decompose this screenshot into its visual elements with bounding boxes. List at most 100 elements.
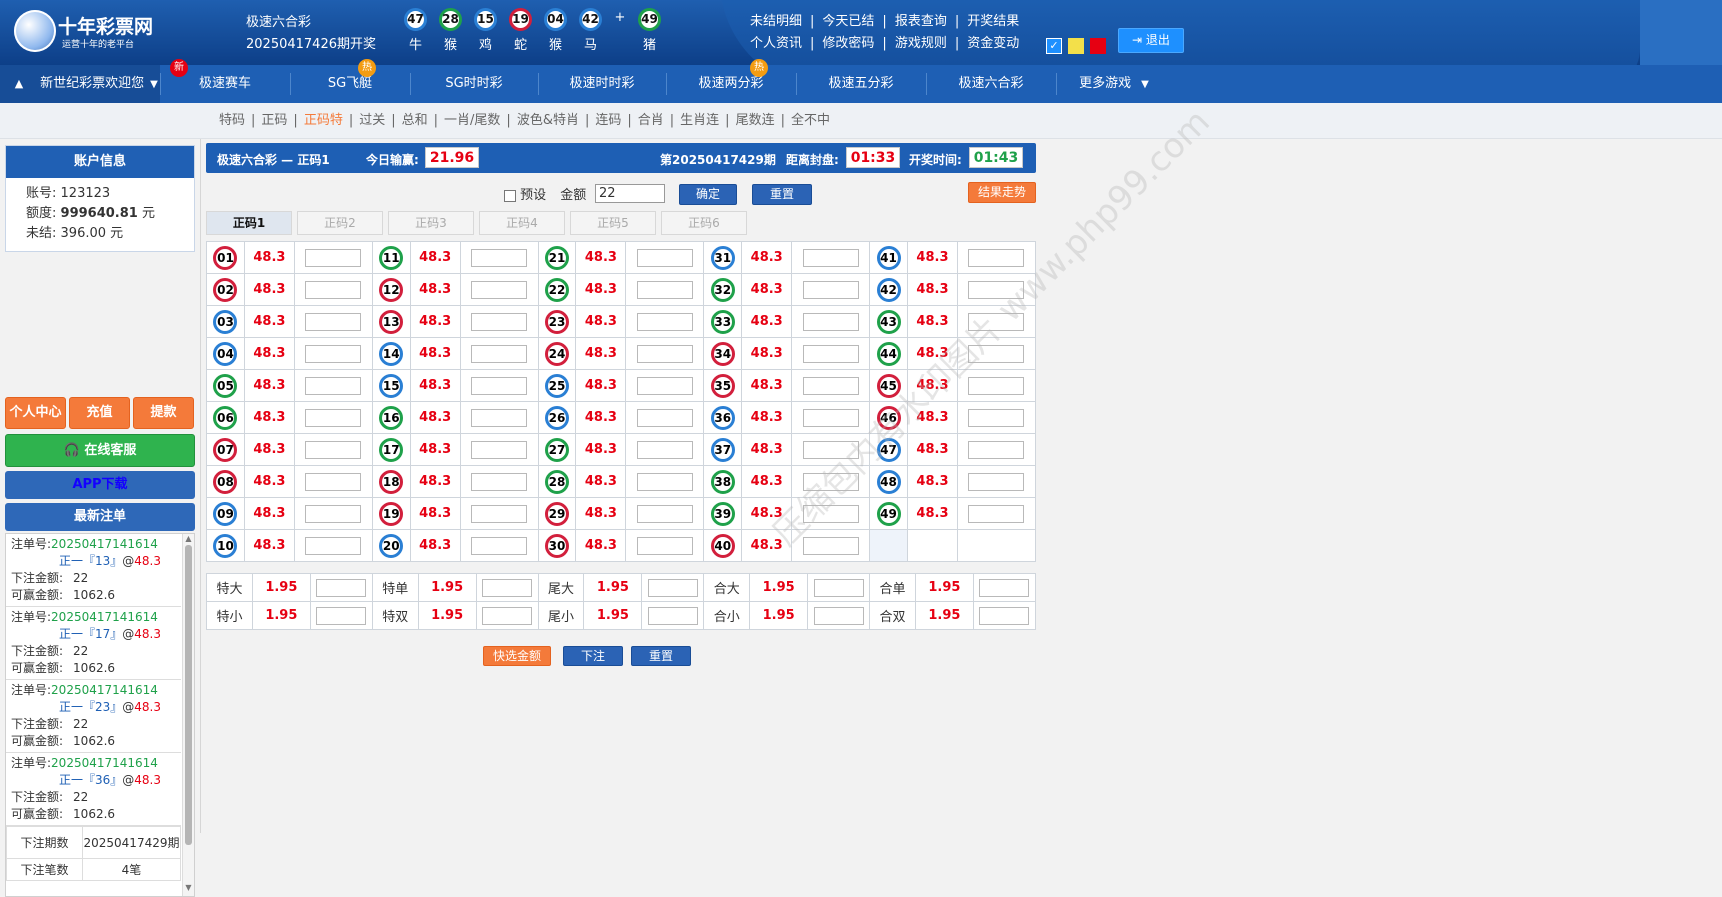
number-cell[interactable]: 04 bbox=[206, 337, 245, 370]
tab-zhengma-6[interactable]: 正码6 bbox=[661, 211, 747, 235]
top-link[interactable]: 开奖结果 bbox=[967, 14, 1019, 29]
bet-amount-input[interactable] bbox=[802, 440, 859, 459]
number-cell[interactable]: 38 bbox=[703, 465, 743, 498]
bet-amount-input[interactable] bbox=[305, 536, 362, 555]
side-bet-input[interactable] bbox=[979, 578, 1030, 597]
top-link[interactable]: 游戏规则 bbox=[895, 36, 947, 51]
bet-amount-input[interactable] bbox=[471, 536, 528, 555]
tab-zhengma-2[interactable]: 正码2 bbox=[297, 211, 383, 235]
number-cell[interactable]: 18 bbox=[371, 465, 411, 498]
number-cell[interactable]: 03 bbox=[206, 305, 245, 338]
nav-item[interactable]: 极速时时彩 bbox=[538, 65, 666, 103]
side-bet-label[interactable]: 合单 bbox=[869, 573, 916, 602]
theme-yellow-swatch[interactable] bbox=[1068, 38, 1084, 54]
bet-amount-input[interactable] bbox=[636, 408, 693, 427]
bet-amount-input[interactable] bbox=[471, 312, 528, 331]
side-bet-label[interactable]: 合小 bbox=[703, 601, 751, 630]
number-cell[interactable]: 43 bbox=[869, 305, 908, 338]
number-cell[interactable]: 35 bbox=[703, 369, 743, 402]
bet-amount-input[interactable] bbox=[636, 504, 693, 523]
number-cell[interactable]: 22 bbox=[537, 273, 577, 306]
number-cell[interactable]: 09 bbox=[206, 497, 245, 530]
number-cell[interactable]: 29 bbox=[537, 497, 577, 530]
reset-top-button[interactable]: 重置 bbox=[752, 184, 812, 205]
bet-amount-input[interactable] bbox=[968, 248, 1025, 267]
top-link[interactable]: 未结明细 bbox=[750, 14, 802, 29]
withdraw-button[interactable]: 提款 bbox=[133, 397, 194, 429]
number-cell[interactable]: 25 bbox=[537, 369, 577, 402]
side-bet-input[interactable] bbox=[482, 606, 533, 625]
side-bet-label[interactable]: 合大 bbox=[703, 573, 751, 602]
tab-zhengma-4[interactable]: 正码4 bbox=[479, 211, 565, 235]
subnav-item[interactable]: 合肖 bbox=[638, 113, 664, 128]
bet-amount-input[interactable] bbox=[636, 312, 693, 331]
side-bet-label[interactable]: 特小 bbox=[206, 601, 253, 630]
number-cell[interactable]: 20 bbox=[371, 529, 411, 562]
quick-amount-button[interactable]: 快选金额 bbox=[483, 646, 551, 666]
side-bet-input[interactable] bbox=[979, 606, 1030, 625]
site-logo[interactable]: 十年彩票网 运营十年的老平台 bbox=[14, 8, 164, 54]
bet-amount-input[interactable] bbox=[305, 504, 362, 523]
collapse-up-icon[interactable]: ▲ bbox=[0, 65, 38, 103]
number-cell[interactable]: 16 bbox=[371, 401, 411, 434]
tab-zhengma-3[interactable]: 正码3 bbox=[388, 211, 474, 235]
logout-button[interactable]: ⇥ 退出 bbox=[1118, 28, 1184, 53]
nav-item[interactable]: 极速五分彩 bbox=[796, 65, 926, 103]
preset-checkbox[interactable] bbox=[504, 189, 516, 202]
bet-amount-input[interactable] bbox=[802, 280, 859, 299]
tab-zhengma-5[interactable]: 正码5 bbox=[570, 211, 656, 235]
bet-amount-input[interactable] bbox=[802, 472, 859, 491]
theme-red-swatch[interactable] bbox=[1090, 38, 1106, 54]
subnav-item[interactable]: 正码特 bbox=[304, 113, 343, 128]
bet-amount-input[interactable] bbox=[968, 472, 1025, 491]
side-bet-input[interactable] bbox=[316, 578, 367, 597]
bet-amount-input[interactable] bbox=[968, 376, 1025, 395]
side-bet-label[interactable]: 尾小 bbox=[537, 601, 585, 630]
number-cell[interactable]: 48 bbox=[869, 465, 908, 498]
number-cell[interactable]: 47 bbox=[869, 433, 908, 466]
side-bet-input[interactable] bbox=[813, 578, 864, 597]
number-cell[interactable]: 32 bbox=[703, 273, 743, 306]
nav-item[interactable]: SG飞艇热 bbox=[290, 59, 410, 103]
bet-amount-input[interactable] bbox=[968, 344, 1025, 363]
number-cell[interactable]: 37 bbox=[703, 433, 743, 466]
bet-amount-input[interactable] bbox=[305, 312, 362, 331]
top-link[interactable]: 资金变动 bbox=[967, 36, 1019, 51]
number-cell[interactable]: 13 bbox=[371, 305, 411, 338]
bet-amount-input[interactable] bbox=[636, 536, 693, 555]
side-bet-label[interactable]: 特双 bbox=[371, 601, 419, 630]
nav-item[interactable]: 新世纪彩票欢迎您新 ▼ bbox=[38, 59, 188, 103]
bet-amount-input[interactable] bbox=[968, 312, 1025, 331]
bet-amount-input[interactable] bbox=[471, 440, 528, 459]
subnav-item[interactable]: 一肖/尾数 bbox=[444, 113, 500, 128]
number-cell[interactable]: 45 bbox=[869, 369, 908, 402]
bet-amount-input[interactable] bbox=[305, 280, 362, 299]
number-cell[interactable]: 44 bbox=[869, 337, 908, 370]
confirm-button[interactable]: 确定 bbox=[679, 184, 737, 205]
number-cell[interactable]: 33 bbox=[703, 305, 743, 338]
side-bet-label[interactable]: 特大 bbox=[206, 573, 253, 602]
personal-center-button[interactable]: 个人中心 bbox=[5, 397, 66, 429]
bet-amount-input[interactable] bbox=[968, 440, 1025, 459]
number-cell[interactable]: 24 bbox=[537, 337, 577, 370]
number-cell[interactable]: 26 bbox=[537, 401, 577, 434]
number-cell[interactable]: 10 bbox=[206, 529, 245, 562]
bet-amount-input[interactable] bbox=[471, 376, 528, 395]
recent-bets-list[interactable]: 注单号:20250417141614 正一『13』@48.3 下注金额: 22 可赢金额… bbox=[5, 533, 195, 897]
number-cell[interactable]: 41 bbox=[869, 241, 908, 274]
number-cell[interactable]: 39 bbox=[703, 497, 743, 530]
number-cell[interactable]: 27 bbox=[537, 433, 577, 466]
subnav-item[interactable]: 全不中 bbox=[791, 113, 830, 128]
recent-bets-scrollbar[interactable]: ▲ ▼ bbox=[182, 534, 194, 896]
number-cell[interactable]: 49 bbox=[869, 497, 908, 530]
nav-item[interactable]: 更多游戏 ▼ bbox=[1056, 65, 1172, 103]
bet-amount-input[interactable] bbox=[471, 248, 528, 267]
number-cell[interactable]: 05 bbox=[206, 369, 245, 402]
bet-amount-input[interactable] bbox=[636, 472, 693, 491]
number-cell[interactable]: 07 bbox=[206, 433, 245, 466]
number-cell[interactable]: 15 bbox=[371, 369, 411, 402]
number-cell[interactable]: 28 bbox=[537, 465, 577, 498]
nav-item[interactable]: 极速赛车 bbox=[160, 65, 290, 103]
scroll-down-icon[interactable]: ▼ bbox=[183, 883, 194, 892]
side-bet-label[interactable]: 特单 bbox=[371, 573, 419, 602]
